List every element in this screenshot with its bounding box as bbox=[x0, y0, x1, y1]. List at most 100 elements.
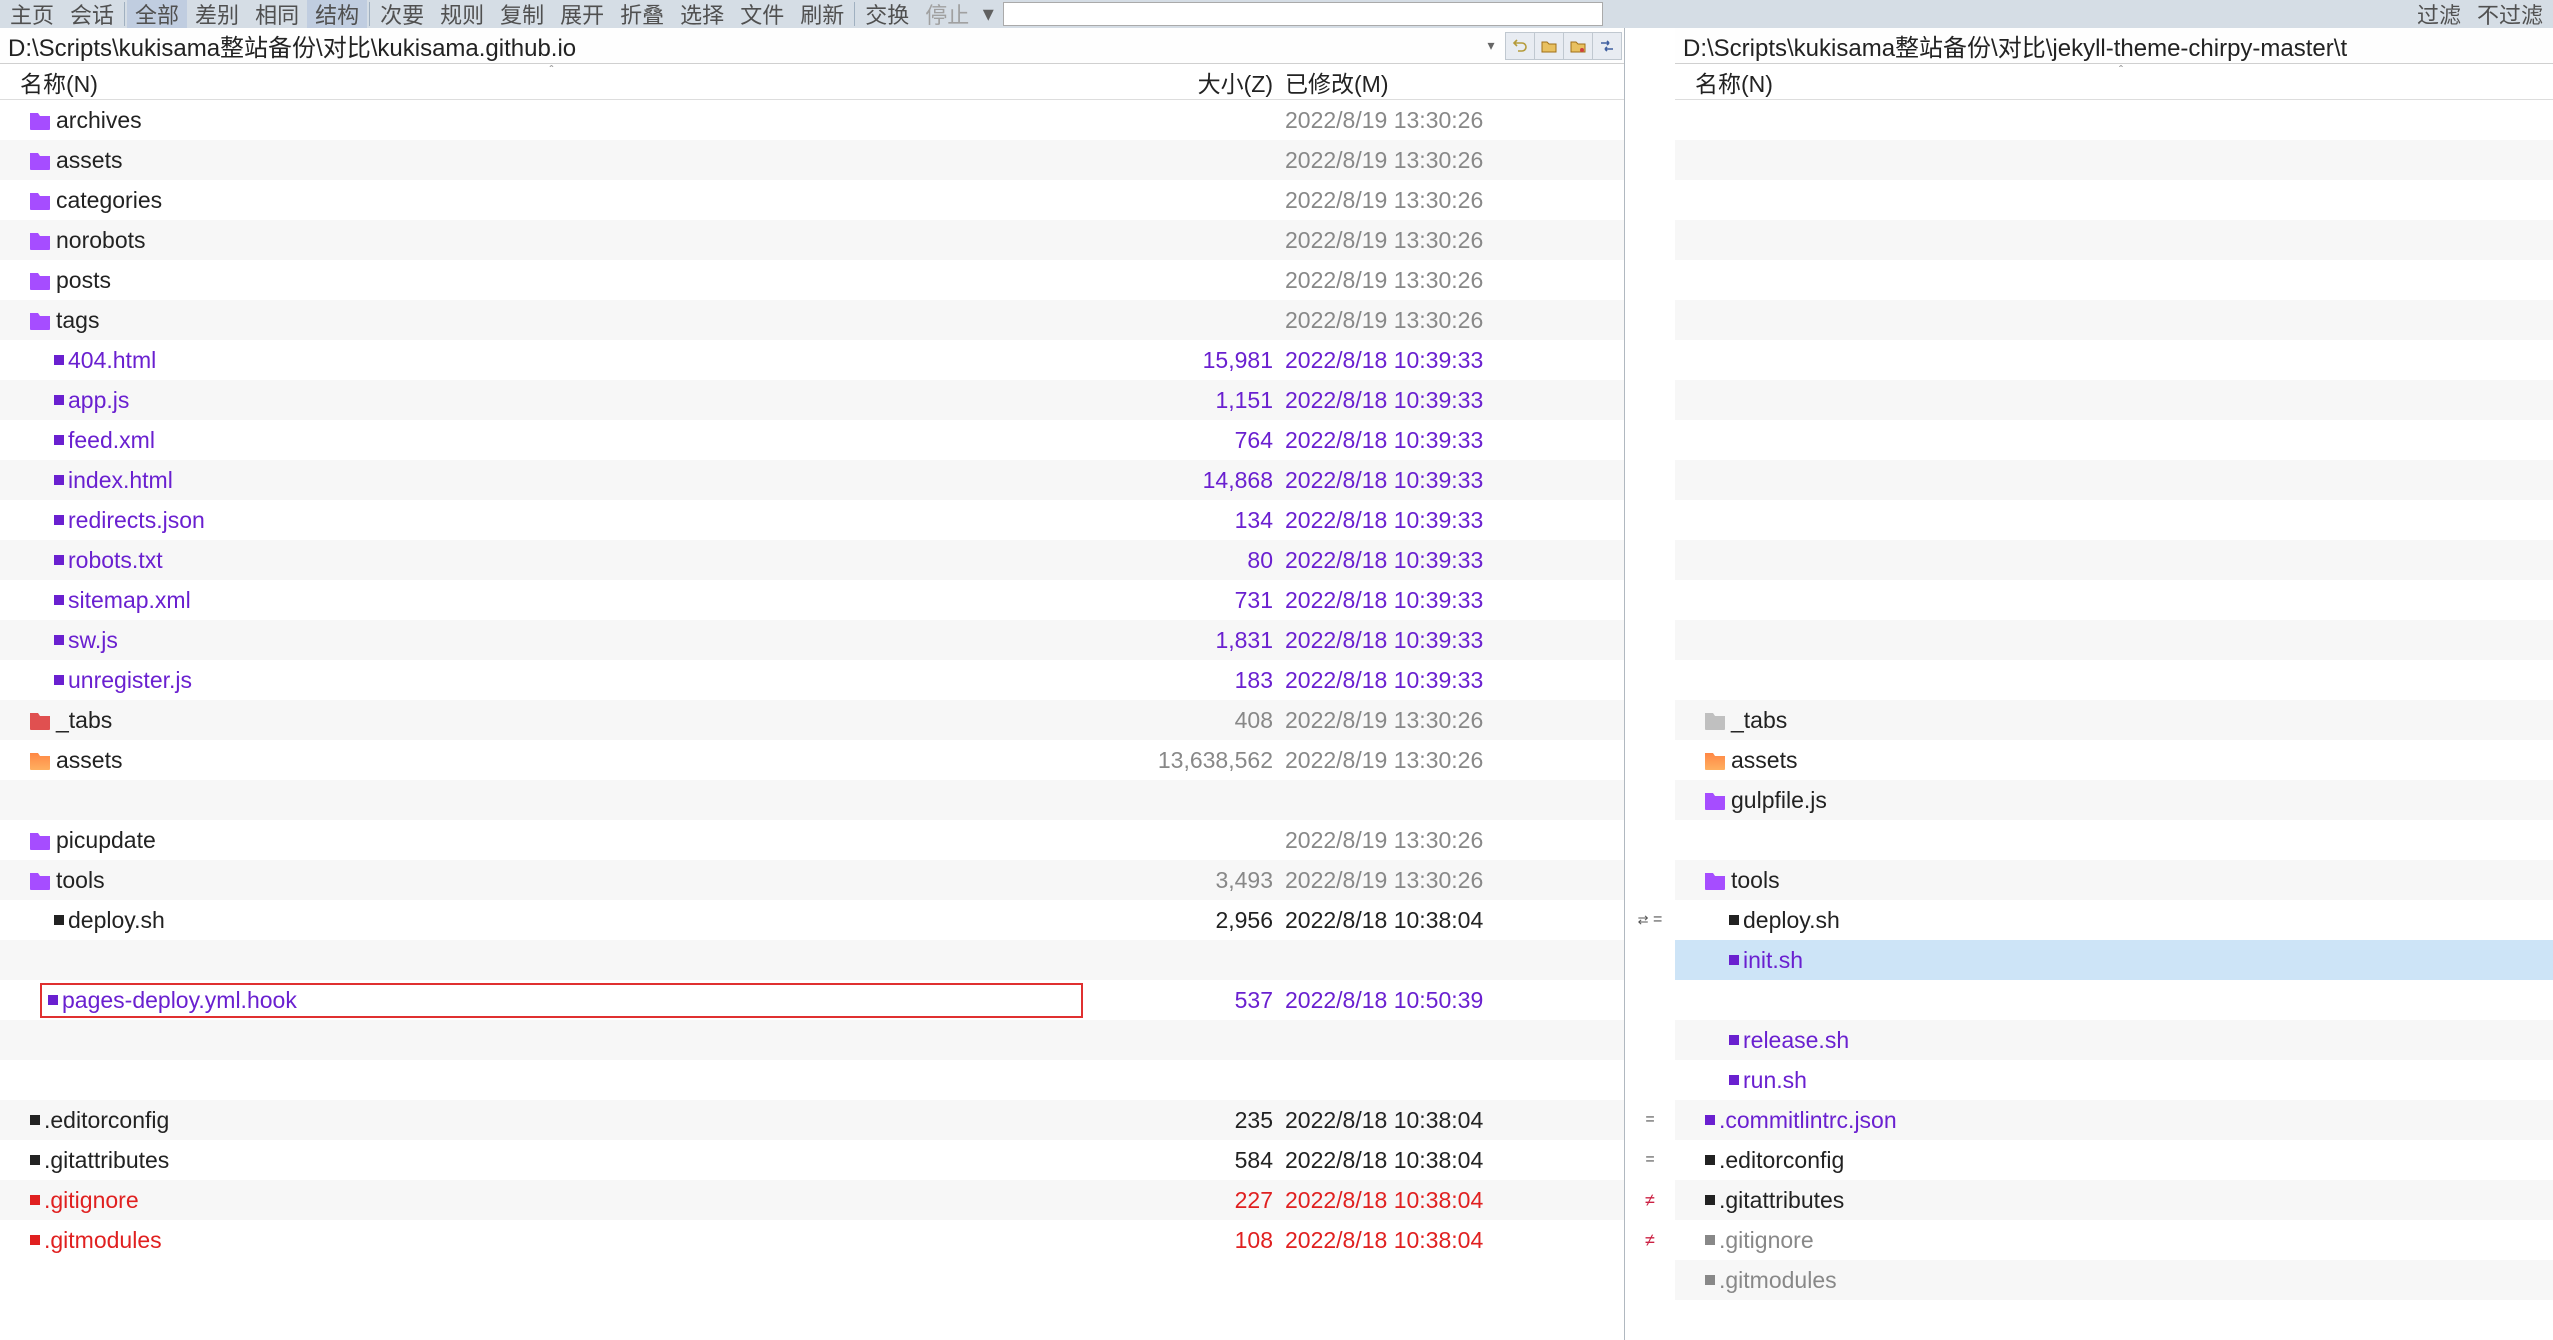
file-bullet-icon bbox=[54, 475, 64, 485]
table-row[interactable]: index.html14,8682022/8/18 10:39:33 bbox=[0, 460, 1624, 500]
table-row[interactable]: sitemap.xml7312022/8/18 10:39:33 bbox=[0, 580, 1624, 620]
item-name: tags bbox=[56, 307, 99, 334]
table-row[interactable]: assets bbox=[1675, 740, 2553, 780]
toolbar-filter-input[interactable] bbox=[1003, 2, 1603, 26]
table-row[interactable]: norobots2022/8/19 13:30:26 bbox=[0, 220, 1624, 260]
table-row[interactable]: sw.js1,8312022/8/18 10:39:33 bbox=[0, 620, 1624, 660]
folder-icon bbox=[30, 310, 50, 330]
table-row[interactable]: robots.txt802022/8/18 10:39:33 bbox=[0, 540, 1624, 580]
table-row[interactable] bbox=[1675, 820, 2553, 860]
path-dropdown-icon[interactable]: ▾ bbox=[1478, 37, 1504, 54]
table-row[interactable] bbox=[1675, 460, 2553, 500]
table-row[interactable]: posts2022/8/19 13:30:26 bbox=[0, 260, 1624, 300]
table-row[interactable]: 404.html15,9812022/8/18 10:39:33 bbox=[0, 340, 1624, 380]
file-bullet-icon bbox=[1729, 915, 1739, 925]
right-header-row: 名称(N)ˆ bbox=[1675, 64, 2553, 100]
table-row[interactable]: deploy.sh bbox=[1675, 900, 2553, 940]
table-row[interactable] bbox=[1675, 300, 2553, 340]
table-row[interactable]: picupdate2022/8/19 13:30:26 bbox=[0, 820, 1624, 860]
right-file-list[interactable]: _tabsassetsgulpfile.js toolsdeploy.shinit… bbox=[1675, 100, 2553, 1340]
table-row[interactable]: release.sh bbox=[1675, 1020, 2553, 1060]
table-row[interactable]: deploy.sh2,9562022/8/18 10:38:04 bbox=[0, 900, 1624, 940]
table-row[interactable]: app.js1,1512022/8/18 10:39:33 bbox=[0, 380, 1624, 420]
table-row[interactable] bbox=[1675, 660, 2553, 700]
undo-icon[interactable] bbox=[1505, 32, 1535, 60]
table-row[interactable]: tools bbox=[1675, 860, 2553, 900]
table-row[interactable]: gulpfile.js bbox=[1675, 780, 2553, 820]
table-row[interactable]: feed.xml7642022/8/18 10:39:33 bbox=[0, 420, 1624, 460]
item-size: 80 bbox=[1089, 547, 1279, 574]
table-row[interactable] bbox=[1675, 180, 2553, 220]
table-row[interactable] bbox=[1675, 340, 2553, 380]
table-row[interactable] bbox=[1675, 380, 2553, 420]
table-row[interactable] bbox=[1675, 580, 2553, 620]
table-row[interactable]: tools3,4932022/8/19 13:30:26 bbox=[0, 860, 1624, 900]
file-bullet-icon bbox=[1705, 1155, 1715, 1165]
table-row[interactable] bbox=[0, 1060, 1624, 1100]
item-size: 235 bbox=[1089, 1107, 1279, 1134]
file-bullet-icon bbox=[54, 355, 64, 365]
item-name: robots.txt bbox=[68, 547, 163, 574]
item-name: app.js bbox=[68, 387, 129, 414]
item-size: 227 bbox=[1089, 1187, 1279, 1214]
left-path-input[interactable]: D:\Scripts\kukisama整站备份\对比\kukisama.gith… bbox=[0, 26, 1478, 65]
table-row[interactable]: .gitmodules1082022/8/18 10:38:04 bbox=[0, 1220, 1624, 1260]
table-row[interactable] bbox=[1675, 620, 2553, 660]
table-row[interactable]: assets13,638,5622022/8/19 13:30:26 bbox=[0, 740, 1624, 780]
file-bullet-icon bbox=[54, 675, 64, 685]
table-row[interactable] bbox=[0, 1020, 1624, 1060]
table-row[interactable]: .editorconfig bbox=[1675, 1140, 2553, 1180]
open-folder-icon[interactable] bbox=[1534, 32, 1564, 60]
table-row[interactable]: .commitlintrc.json bbox=[1675, 1100, 2553, 1140]
left-col-size[interactable]: 大小(Z) bbox=[1089, 61, 1279, 103]
left-col-modified[interactable]: 已修改(M) bbox=[1279, 61, 1609, 103]
item-date: 2022/8/18 10:50:39 bbox=[1279, 987, 1609, 1014]
table-row[interactable]: .gitattributes5842022/8/18 10:38:04 bbox=[0, 1140, 1624, 1180]
table-row[interactable]: tags2022/8/19 13:30:26 bbox=[0, 300, 1624, 340]
table-row[interactable] bbox=[1675, 140, 2553, 180]
compare-marker bbox=[1625, 980, 1675, 1020]
table-row[interactable] bbox=[1675, 220, 2553, 260]
table-row[interactable] bbox=[1675, 500, 2553, 540]
table-row[interactable]: .gitignore bbox=[1675, 1220, 2553, 1260]
item-date: 2022/8/19 13:30:26 bbox=[1279, 187, 1609, 214]
file-bullet-icon bbox=[54, 915, 64, 925]
table-row[interactable]: .gitattributes bbox=[1675, 1180, 2553, 1220]
table-row[interactable]: pages-deploy.yml.hook5372022/8/18 10:50:… bbox=[0, 980, 1624, 1020]
toolbar-dropdown-icon[interactable]: ▾ bbox=[977, 1, 999, 27]
swap-panes-icon[interactable] bbox=[1592, 32, 1622, 60]
table-row[interactable] bbox=[1675, 100, 2553, 140]
table-row[interactable]: archives2022/8/19 13:30:26 bbox=[0, 100, 1624, 140]
right-path-input[interactable]: D:\Scripts\kukisama整站备份\对比\jekyll-theme-… bbox=[1675, 26, 2553, 65]
right-col-name[interactable]: 名称(N)ˆ bbox=[1689, 61, 2553, 103]
item-name: feed.xml bbox=[68, 427, 155, 454]
table-row[interactable]: _tabs4082022/8/19 13:30:26 bbox=[0, 700, 1624, 740]
left-col-name[interactable]: 名称(N)ˆ bbox=[14, 61, 1089, 103]
table-row[interactable]: categories2022/8/19 13:30:26 bbox=[0, 180, 1624, 220]
table-row[interactable]: .gitignore2272022/8/18 10:38:04 bbox=[0, 1180, 1624, 1220]
table-row[interactable]: redirects.json1342022/8/18 10:39:33 bbox=[0, 500, 1624, 540]
item-date: 2022/8/19 13:30:26 bbox=[1279, 747, 1609, 774]
folder-star-icon[interactable] bbox=[1563, 32, 1593, 60]
item-name: .gitignore bbox=[44, 1187, 139, 1214]
table-row[interactable] bbox=[1675, 980, 2553, 1020]
folder-icon bbox=[1705, 710, 1725, 730]
table-row[interactable]: assets2022/8/19 13:30:26 bbox=[0, 140, 1624, 180]
table-row[interactable]: .gitmodules bbox=[1675, 1260, 2553, 1300]
table-row[interactable] bbox=[1675, 420, 2553, 460]
item-size: 1,831 bbox=[1089, 627, 1279, 654]
table-row[interactable] bbox=[1675, 260, 2553, 300]
compare-marker: = bbox=[1625, 1140, 1675, 1180]
table-row[interactable]: .editorconfig2352022/8/18 10:38:04 bbox=[0, 1100, 1624, 1140]
table-row[interactable] bbox=[1675, 540, 2553, 580]
table-row[interactable]: init.sh bbox=[1675, 940, 2553, 980]
table-row[interactable]: run.sh bbox=[1675, 1060, 2553, 1100]
table-row[interactable] bbox=[0, 780, 1624, 820]
file-bullet-icon bbox=[1729, 1035, 1739, 1045]
table-row[interactable] bbox=[0, 940, 1624, 980]
table-row[interactable]: unregister.js1832022/8/18 10:39:33 bbox=[0, 660, 1624, 700]
table-row[interactable]: _tabs bbox=[1675, 700, 2553, 740]
item-date: 2022/8/18 10:39:33 bbox=[1279, 587, 1609, 614]
left-file-list[interactable]: archives2022/8/19 13:30:26assets2022/8/1… bbox=[0, 100, 1624, 1340]
main: D:\Scripts\kukisama整站备份\对比\kukisama.gith… bbox=[0, 28, 2553, 1340]
